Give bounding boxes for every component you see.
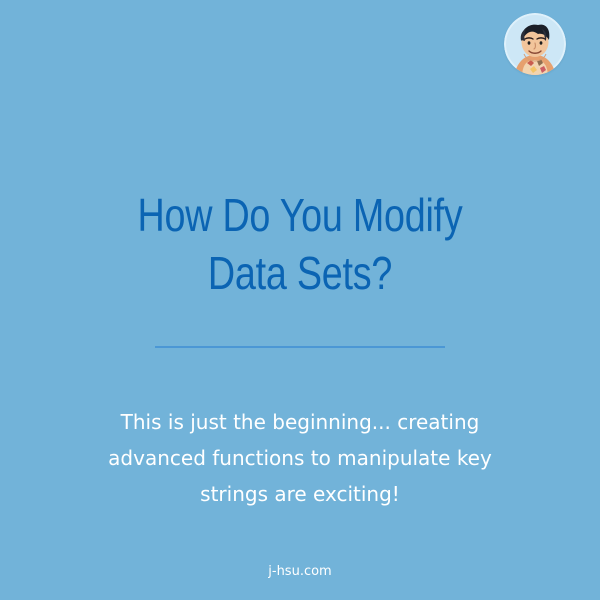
page-title-line: Data Sets?: [207, 247, 393, 299]
page-title: How Do You Modify Data Sets?: [87, 186, 513, 302]
body-text-line: This is just the beginning... creating: [120, 410, 480, 434]
avatar: [504, 13, 566, 75]
footer-site-link: j-hsu.com: [268, 564, 332, 579]
avatar-icon: [504, 13, 566, 75]
post-card: How Do You Modify Data Sets? This is jus…: [0, 0, 600, 600]
body-text-line: advanced functions to manipulate key: [108, 446, 492, 470]
body-text-line: strings are exciting!: [200, 482, 400, 506]
title-divider: [155, 346, 445, 348]
body-text: This is just the beginning... creating a…: [70, 404, 530, 512]
page-title-line: How Do You Modify: [137, 189, 463, 241]
